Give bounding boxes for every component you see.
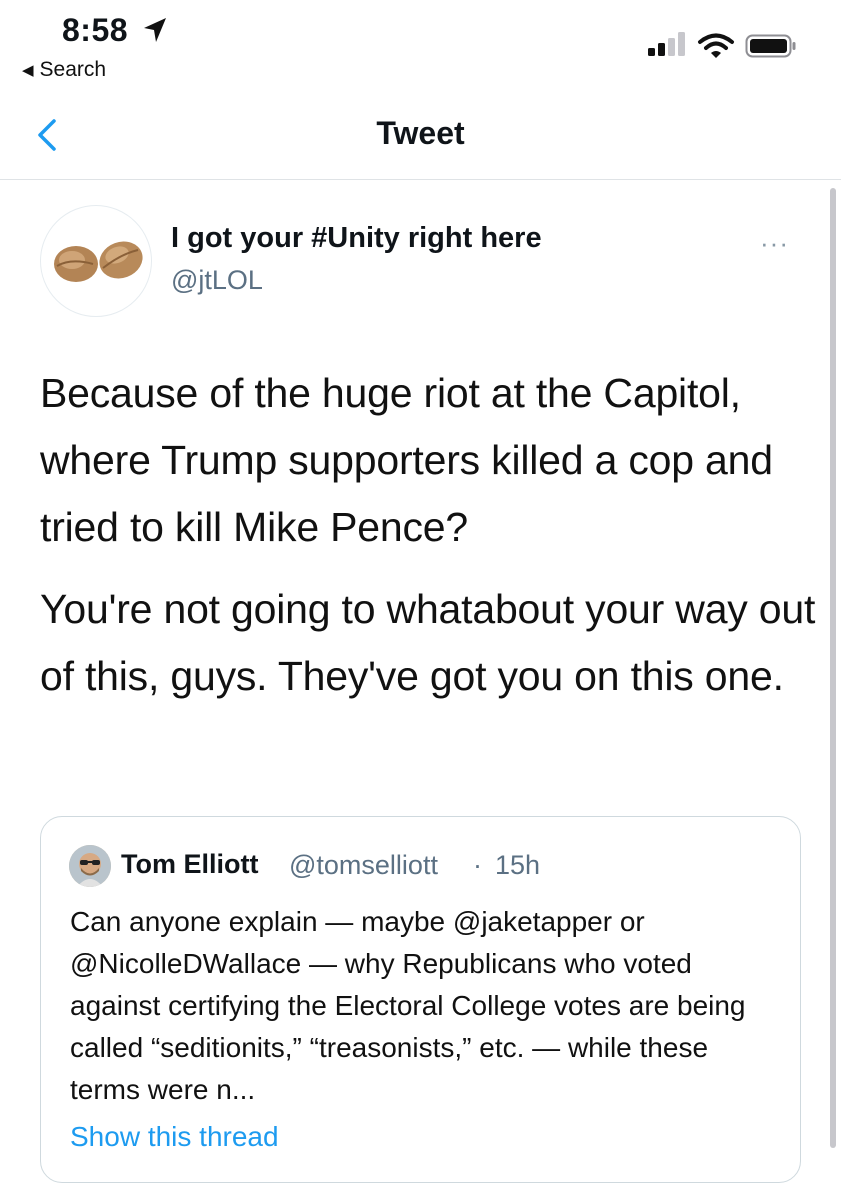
author-avatar[interactable]: [40, 205, 152, 317]
tweet-detail-screen: 8:58 ◀ Search Tweet I got your #Unity ri…: [0, 0, 841, 1200]
quoted-author-avatar: [69, 845, 111, 887]
more-options-icon[interactable]: ···: [760, 228, 789, 259]
quoted-author-handle: @tomselliott: [289, 850, 438, 880]
show-thread-link[interactable]: Show this thread: [70, 1121, 279, 1153]
person-with-sunglasses-avatar: [69, 845, 111, 887]
scrollbar[interactable]: [830, 188, 836, 1148]
navigation-bar: Tweet: [0, 95, 841, 180]
cellular-signal-icon: [648, 32, 685, 56]
two-walnuts-avatar: [54, 241, 143, 282]
quoted-tweet-card[interactable]: Tom Elliott @tomselliott · 15h Can anyon…: [40, 816, 801, 1183]
page-title: Tweet: [376, 115, 465, 151]
author-handle[interactable]: @jtLOL: [171, 265, 263, 296]
back-triangle-icon: ◀: [22, 62, 34, 79]
quoted-tweet-text: Can anyone explain — maybe @jaketapper o…: [70, 906, 746, 1105]
back-to-search-button[interactable]: ◀ Search: [22, 58, 106, 82]
tweet-paragraph: Because of the huge riot at the Capitol,…: [40, 370, 773, 550]
battery-icon: [745, 34, 796, 58]
author-display-name[interactable]: I got your #Unity right here: [171, 222, 542, 255]
quoted-timestamp: 15h: [495, 850, 541, 880]
location-arrow-icon: [144, 18, 166, 42]
tweet-text: Because of the huge riot at the Capitol,…: [40, 360, 820, 725]
quoted-author-name: Tom Elliott: [121, 849, 259, 879]
status-bar: 8:58 ◀ Search: [0, 0, 841, 95]
back-app-label: Search: [39, 58, 107, 81]
status-time: 8:58: [62, 12, 129, 48]
wifi-icon: [698, 33, 734, 58]
tweet-paragraph: You're not going to whatabout your way o…: [40, 586, 816, 699]
separator-dot: ·: [473, 850, 482, 880]
